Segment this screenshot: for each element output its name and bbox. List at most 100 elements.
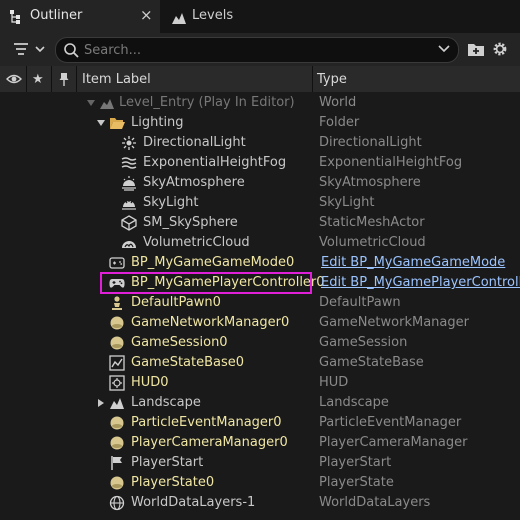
sky-atmosphere-icon bbox=[122, 176, 136, 191]
actor-sphere-icon bbox=[110, 416, 124, 430]
game-mode-icon bbox=[109, 257, 125, 269]
tree-row[interactable]: GameStateBase0 GameStateBase bbox=[0, 353, 520, 373]
row-type: DirectionalLight bbox=[319, 135, 422, 150]
tree-row[interactable]: DirectionalLight DirectionalLight bbox=[0, 133, 520, 153]
selection-highlight bbox=[100, 272, 312, 294]
gear-icon[interactable] bbox=[491, 40, 509, 58]
outliner-icon bbox=[10, 10, 20, 24]
tree-row[interactable]: HUD0 HUD bbox=[0, 373, 520, 393]
volumetric-cloud-icon bbox=[122, 241, 136, 248]
data-layers-icon bbox=[109, 495, 125, 511]
tree-row[interactable]: VolumetricCloud VolumetricCloud bbox=[0, 233, 520, 253]
tree-row[interactable]: DefaultPawn0 DefaultPawn bbox=[0, 293, 520, 313]
row-label: Level_Entry (Play In Editor) bbox=[119, 95, 295, 110]
row-type: World bbox=[319, 95, 357, 110]
pawn-icon bbox=[112, 296, 122, 310]
row-label: BP_MyGameGameMode0 bbox=[131, 255, 295, 270]
tab-levels-label: Levels bbox=[192, 8, 234, 23]
flag-icon bbox=[111, 456, 122, 470]
tree-row[interactable]: BP_MyGameGameMode0 Edit BP_MyGameGameMod… bbox=[0, 253, 520, 273]
type-header: Type bbox=[317, 71, 347, 87]
type-column[interactable]: Type bbox=[317, 66, 517, 92]
game-state-icon bbox=[109, 355, 125, 371]
row-label: GameSession0 bbox=[131, 335, 228, 350]
row-label: GameNetworkManager0 bbox=[131, 315, 290, 330]
tree-row[interactable]: PlayerCameraManager0 PlayerCameraManager bbox=[0, 433, 520, 453]
search-icon bbox=[64, 43, 79, 58]
row-type: PlayerStart bbox=[319, 455, 392, 470]
hud-icon bbox=[109, 375, 125, 391]
tree-row[interactable]: SkyLight SkyLight bbox=[0, 193, 520, 213]
row-label: HUD0 bbox=[131, 375, 169, 390]
fog-icon bbox=[121, 157, 137, 169]
tree-row[interactable]: PlayerState0 PlayerState bbox=[0, 473, 520, 493]
row-label: SM_SkySphere bbox=[143, 215, 238, 230]
collapse-arrow-icon[interactable] bbox=[96, 398, 106, 408]
row-type: ExponentialHeightFog bbox=[319, 155, 463, 170]
row-type: GameStateBase bbox=[319, 355, 424, 370]
row-type: SkyAtmosphere bbox=[319, 175, 421, 190]
row-label: ParticleEventManager0 bbox=[131, 415, 282, 430]
levels-icon bbox=[172, 13, 186, 24]
tree-row[interactable]: ParticleEventManager0 ParticleEventManag… bbox=[0, 413, 520, 433]
favorite-column[interactable]: ★ bbox=[27, 66, 51, 92]
item-label-header: Item Label bbox=[82, 71, 151, 87]
row-type: Landscape bbox=[319, 395, 389, 410]
row-type: ParticleEventManager bbox=[319, 415, 462, 430]
row-label: Landscape bbox=[131, 395, 201, 410]
edit-blueprint-link[interactable]: Edit BP_MyGameGameMode bbox=[321, 255, 505, 270]
item-label-column[interactable]: Item Label bbox=[82, 66, 310, 92]
tree-row[interactable]: Lighting Folder bbox=[0, 113, 520, 133]
visibility-column[interactable] bbox=[0, 66, 26, 92]
row-type: Folder bbox=[319, 115, 360, 130]
tab-outliner-label: Outliner bbox=[30, 8, 83, 23]
tree-row[interactable]: SM_SkySphere StaticMeshActor bbox=[0, 213, 520, 233]
pin-icon bbox=[59, 73, 69, 86]
row-label: SkyLight bbox=[143, 195, 199, 210]
row-type: VolumetricCloud bbox=[319, 235, 426, 250]
row-type: DefaultPawn bbox=[319, 295, 401, 310]
column-header: ★ Item Label Type bbox=[0, 66, 520, 93]
row-label: Lighting bbox=[131, 115, 184, 130]
row-label: DirectionalLight bbox=[143, 135, 246, 150]
world-icon bbox=[100, 99, 114, 109]
pin-column[interactable] bbox=[52, 66, 76, 92]
tree-row[interactable]: GameSession0 GameSession bbox=[0, 333, 520, 353]
tree-row[interactable]: Level_Entry (Play In Editor) World bbox=[0, 93, 520, 113]
filter-icon[interactable] bbox=[12, 41, 48, 59]
row-type: GameNetworkManager bbox=[319, 315, 469, 330]
tree-row[interactable]: Landscape Landscape bbox=[0, 393, 520, 413]
expand-arrow-icon[interactable] bbox=[96, 118, 106, 128]
tree-row[interactable]: WorldDataLayers-1 WorldDataLayers bbox=[0, 493, 520, 513]
expand-arrow-icon[interactable] bbox=[86, 98, 96, 108]
landscape-icon bbox=[110, 398, 124, 409]
actor-sphere-icon bbox=[110, 436, 124, 450]
chevron-down-icon[interactable] bbox=[438, 43, 450, 55]
row-type: WorldDataLayers bbox=[319, 495, 431, 510]
tree-row[interactable]: PlayerStart PlayerStart bbox=[0, 453, 520, 473]
close-icon[interactable]: × bbox=[140, 6, 153, 24]
row-label: VolumetricCloud bbox=[143, 235, 250, 250]
search-box[interactable] bbox=[55, 37, 459, 63]
star-icon: ★ bbox=[32, 71, 44, 87]
tree-row[interactable]: SkyAtmosphere SkyAtmosphere bbox=[0, 173, 520, 193]
tab-bar: Outliner × Levels bbox=[0, 0, 520, 33]
static-mesh-icon bbox=[121, 215, 137, 231]
actor-sphere-icon bbox=[110, 476, 124, 490]
tree-row[interactable]: GameNetworkManager0 GameNetworkManager bbox=[0, 313, 520, 333]
row-label: GameStateBase0 bbox=[131, 355, 245, 370]
actor-sphere-icon bbox=[110, 316, 124, 330]
search-input[interactable] bbox=[82, 40, 426, 60]
row-label: WorldDataLayers-1 bbox=[131, 495, 256, 510]
directional-light-icon bbox=[122, 136, 136, 150]
tree-row[interactable]: ExponentialHeightFog ExponentialHeightFo… bbox=[0, 153, 520, 173]
row-label: PlayerState0 bbox=[131, 475, 215, 490]
tab-levels[interactable]: Levels bbox=[160, 0, 280, 33]
row-label: PlayerStart bbox=[131, 455, 204, 470]
edit-blueprint-link[interactable]: Edit BP_MyGamePlayerController bbox=[321, 275, 520, 290]
row-type: PlayerState bbox=[319, 475, 394, 490]
row-type: PlayerCameraManager bbox=[319, 435, 468, 450]
add-folder-icon[interactable] bbox=[467, 40, 485, 58]
row-label: ExponentialHeightFog bbox=[143, 155, 287, 170]
tab-outliner[interactable]: Outliner × bbox=[0, 0, 160, 33]
